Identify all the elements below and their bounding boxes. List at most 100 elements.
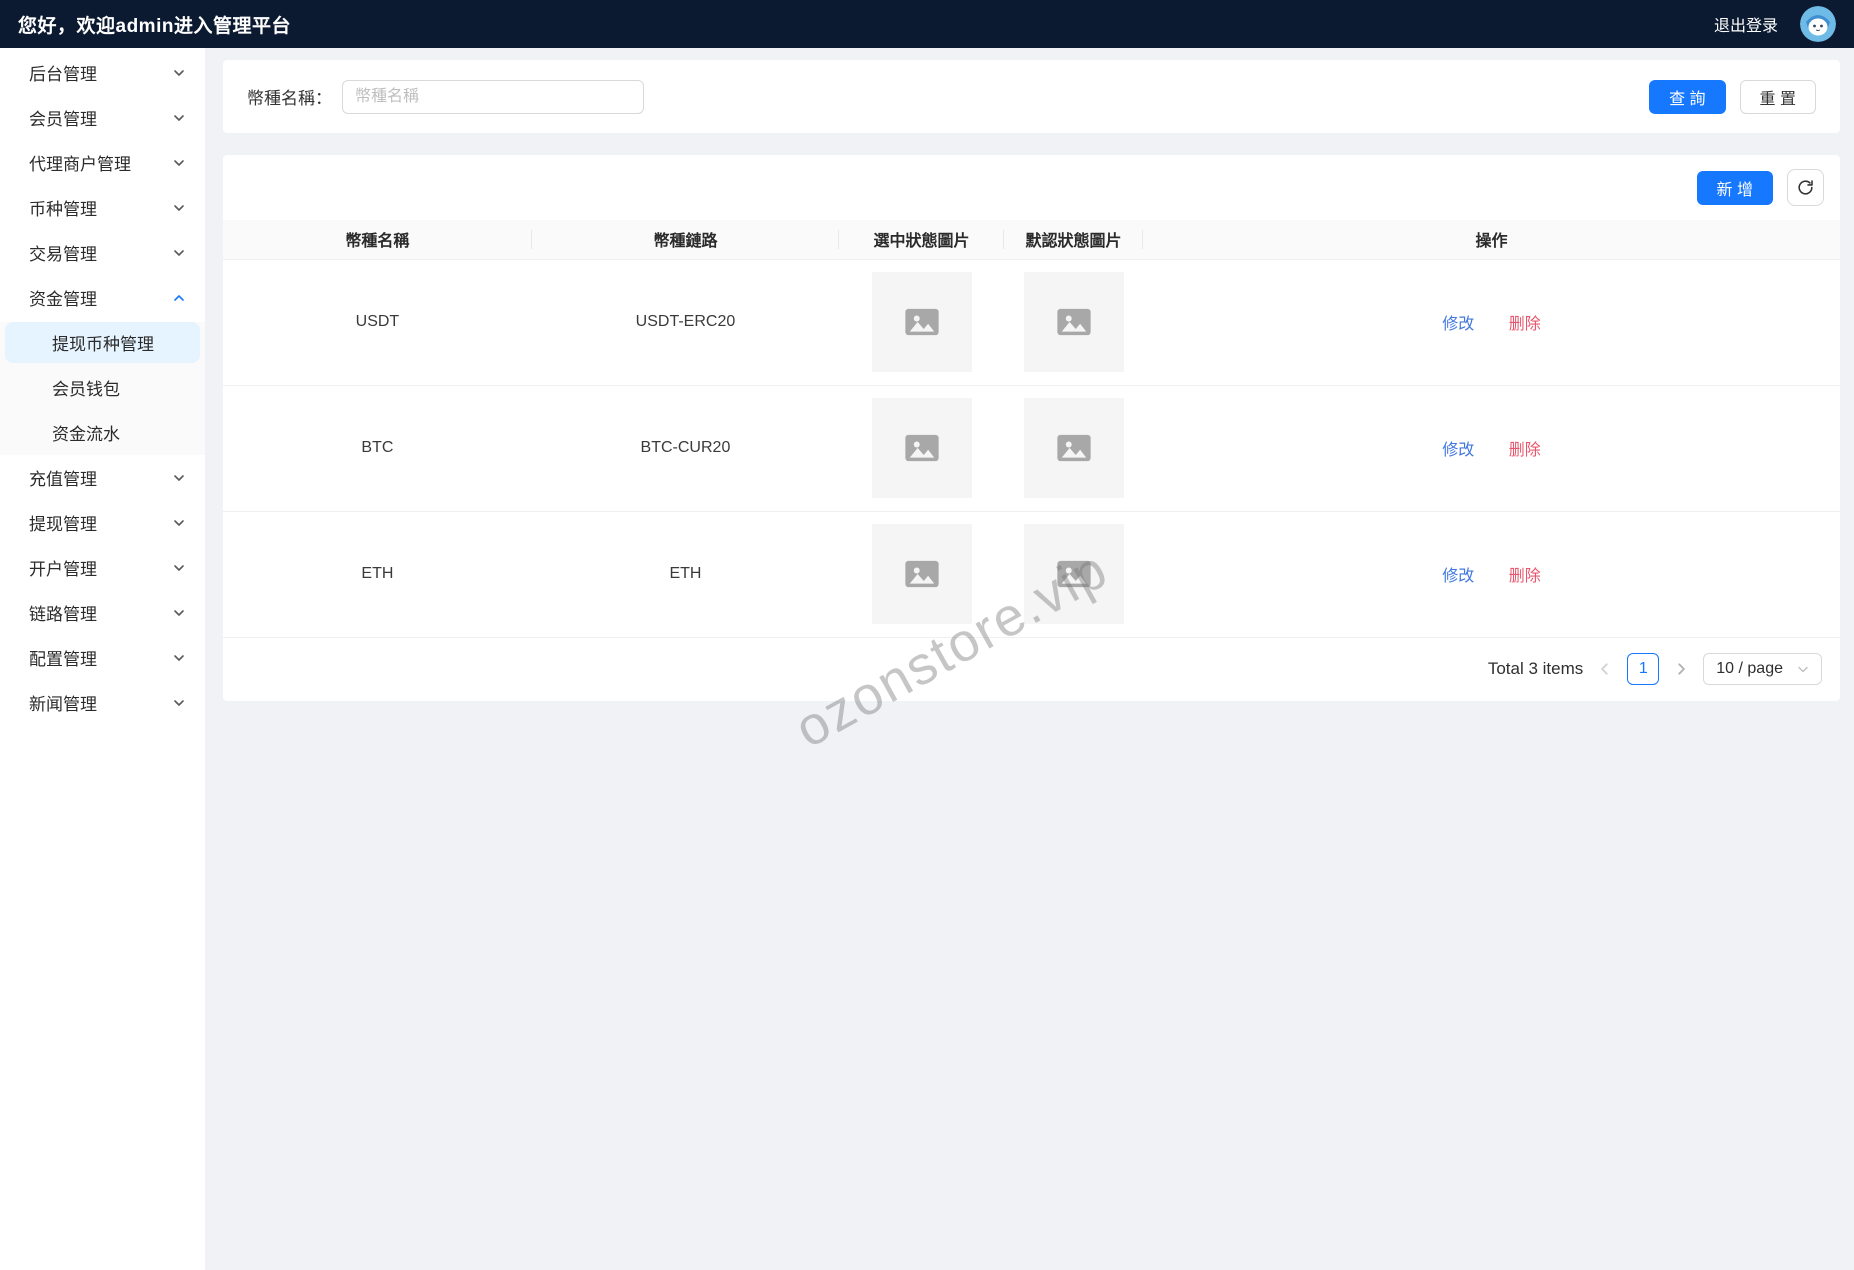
sidebar: 后台管理 会员管理 代理商户管理 币种管理 交易管理 资金管理 提现币种管理 [0,48,205,1270]
add-button[interactable]: 新 增 [1697,171,1773,205]
welcome-title: 您好，欢迎admin进入管理平台 [18,11,291,38]
sidebar-item-label: 会员钱包 [52,375,120,400]
reset-button[interactable]: 重 置 [1740,80,1816,114]
query-button[interactable]: 查 詢 [1649,80,1725,114]
chevron-down-icon [173,67,185,79]
cell-coin-name: BTC [223,385,532,511]
edit-link[interactable]: 修改 [1442,442,1474,459]
cell-coin-chain: USDT-ERC20 [532,259,839,385]
sidebar-item-withdraw-coin-mgmt[interactable]: 提现币种管理 [5,322,200,363]
picture-icon [1053,553,1095,595]
top-navbar: 您好，欢迎admin进入管理平台 退出登录 [0,0,1854,48]
page-size-value: 10 / page [1716,660,1783,678]
image-placeholder[interactable] [872,398,972,498]
sidebar-item-recharge-mgmt[interactable]: 充值管理 [0,455,205,500]
search-field-group: 幣種名稱： [247,80,644,114]
sidebar-item-label: 配置管理 [29,645,97,670]
cell-default-image [1004,259,1143,385]
sidebar-item-member-mgmt[interactable]: 会员管理 [0,95,205,140]
col-header-coin-chain: 幣種鏈路 [532,220,839,259]
sidebar-item-label: 开户管理 [29,555,97,580]
table-panel: 新 增 幣種名稱 幣種鏈路 選中狀態圖片 默 [223,155,1840,701]
sidebar-item-chain-mgmt[interactable]: 链路管理 [0,590,205,635]
page-size-select[interactable]: 10 / page [1703,653,1822,685]
sidebar-item-member-wallet[interactable]: 会员钱包 [0,365,205,410]
sidebar-item-config-mgmt[interactable]: 配置管理 [0,635,205,680]
chevron-down-icon [173,607,185,619]
sidebar-item-agent-merchant-mgmt[interactable]: 代理商户管理 [0,140,205,185]
chevron-down-icon [173,247,185,259]
picture-icon [901,553,943,595]
col-header-default-image: 默認狀態圖片 [1004,220,1143,259]
sidebar-item-label: 新闻管理 [29,690,97,715]
sidebar-item-trade-mgmt[interactable]: 交易管理 [0,230,205,275]
delete-link[interactable]: 删除 [1509,442,1541,459]
reload-icon [1796,178,1815,197]
sidebar-item-label: 后台管理 [29,60,97,85]
delete-link[interactable]: 删除 [1509,568,1541,585]
sidebar-item-label: 会员管理 [29,105,97,130]
table-row: BTC BTC-CUR20 修 [223,385,1840,511]
table-header-row: 幣種名稱 幣種鏈路 選中狀態圖片 默認狀態圖片 操作 [223,220,1840,259]
chevron-down-icon [173,562,185,574]
chevron-left-icon [1598,662,1612,676]
sidebar-item-label: 资金管理 [29,285,97,310]
chevron-down-icon [173,472,185,484]
sidebar-item-backend-mgmt[interactable]: 后台管理 [0,50,205,95]
sidebar-item-coin-mgmt[interactable]: 币种管理 [0,185,205,230]
cell-coin-name: USDT [223,259,532,385]
edit-link[interactable]: 修改 [1442,568,1474,585]
sidebar-item-funds-mgmt[interactable]: 资金管理 [0,275,205,320]
sidebar-item-label: 充值管理 [29,465,97,490]
sidebar-item-label: 提现管理 [29,510,97,535]
image-placeholder[interactable] [1024,272,1124,372]
search-label: 幣種名稱： [247,84,332,109]
image-placeholder[interactable] [872,524,972,624]
chevron-down-icon [173,157,185,169]
navbar-right: 退出登录 [1714,6,1836,42]
chevron-down-icon [173,652,185,664]
sidebar-item-news-mgmt[interactable]: 新闻管理 [0,680,205,725]
pagination: Total 3 items 1 10 / page [223,638,1840,701]
prev-page-button[interactable] [1598,662,1612,676]
sidebar-submenu-funds: 提现币种管理 会员钱包 资金流水 [0,322,205,455]
sidebar-item-label: 提现币种管理 [52,330,154,355]
layout: 后台管理 会员管理 代理商户管理 币种管理 交易管理 资金管理 提现币种管理 [0,48,1854,1270]
col-header-selected-image: 選中狀態圖片 [839,220,1004,259]
sidebar-item-funds-flow[interactable]: 资金流水 [0,410,205,455]
sidebar-item-account-open-mgmt[interactable]: 开户管理 [0,545,205,590]
cell-actions: 修改 删除 [1143,259,1840,385]
cell-selected-image [839,511,1004,637]
cell-actions: 修改 删除 [1143,385,1840,511]
table-toolbar: 新 增 [223,169,1840,220]
cell-selected-image [839,385,1004,511]
page-number-1[interactable]: 1 [1627,653,1659,685]
coin-name-input[interactable] [342,80,644,114]
picture-icon [901,301,943,343]
sidebar-item-withdraw-mgmt[interactable]: 提现管理 [0,500,205,545]
pagination-total: Total 3 items [1488,659,1583,679]
col-header-coin-name: 幣種名稱 [223,220,532,259]
picture-icon [1053,301,1095,343]
image-placeholder[interactable] [872,272,972,372]
chevron-down-icon [173,202,185,214]
table-row: ETH ETH 修改 [223,511,1840,637]
refresh-button[interactable] [1787,169,1824,206]
cell-selected-image [839,259,1004,385]
delete-link[interactable]: 删除 [1509,316,1541,333]
chevron-down-icon [1797,663,1809,675]
image-placeholder[interactable] [1024,524,1124,624]
next-page-button[interactable] [1674,662,1688,676]
user-avatar[interactable] [1800,6,1836,42]
cell-default-image [1004,511,1143,637]
coin-table: 幣種名稱 幣種鏈路 選中狀態圖片 默認狀態圖片 操作 USDT USDT-ERC… [223,220,1840,638]
sidebar-item-label: 代理商户管理 [29,150,131,175]
image-placeholder[interactable] [1024,398,1124,498]
logout-button[interactable]: 退出登录 [1714,12,1778,36]
cell-coin-chain: BTC-CUR20 [532,385,839,511]
sidebar-item-label: 交易管理 [29,240,97,265]
sidebar-item-label: 币种管理 [29,195,97,220]
avatar-icon [1800,6,1836,42]
edit-link[interactable]: 修改 [1442,316,1474,333]
chevron-right-icon [1674,662,1688,676]
